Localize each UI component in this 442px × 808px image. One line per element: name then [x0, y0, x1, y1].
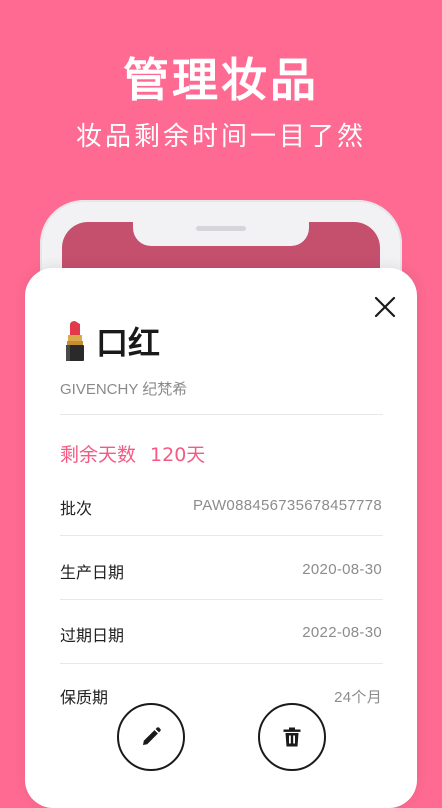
expiry-date-value: 2022-08-30 — [302, 624, 382, 641]
remaining-days-label: 剩余天数 — [60, 444, 137, 466]
divider — [60, 535, 383, 536]
divider — [60, 663, 383, 664]
trash-icon — [283, 727, 301, 747]
delete-button[interactable] — [258, 703, 326, 771]
production-date-value: 2020-08-30 — [302, 561, 382, 578]
promo-title: 管理妆品 — [123, 53, 319, 107]
shelf-life-value: 24个月 — [334, 689, 382, 706]
expiry-date-label: 过期日期 — [60, 626, 125, 645]
divider — [60, 414, 383, 415]
batch-label: 批次 — [60, 499, 93, 518]
batch-value: PAW088456735678457778 — [193, 497, 382, 514]
pencil-icon — [143, 727, 161, 745]
edit-button[interactable] — [117, 703, 185, 771]
production-date-label: 生产日期 — [60, 563, 125, 582]
close-icon — [374, 296, 396, 318]
product-brand: GIVENCHY 纪梵希 — [60, 381, 188, 398]
product-title-row: 口红 — [60, 316, 160, 366]
remaining-days: 剩余天数 120天 — [60, 440, 205, 467]
lipstick-icon — [66, 321, 84, 361]
divider — [60, 599, 383, 600]
remaining-days-value: 120天 — [150, 444, 206, 466]
promo-subtitle: 妆品剩余时间一目了然 — [75, 122, 366, 152]
product-name: 口红 — [96, 324, 161, 362]
shelf-life-label: 保质期 — [60, 688, 109, 707]
phone-speaker — [196, 226, 246, 231]
close-button[interactable] — [370, 292, 400, 322]
